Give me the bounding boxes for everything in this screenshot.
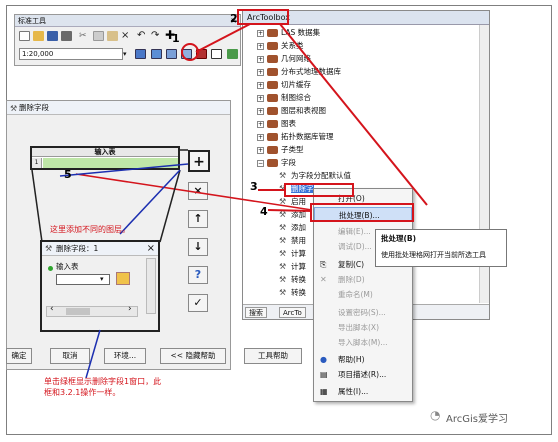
step-number: 5	[64, 168, 72, 181]
wechat-logo-icon: ◔	[430, 408, 441, 422]
step-number: 4	[260, 205, 268, 218]
step-number: 1	[172, 32, 180, 45]
watermark: ArcGis爱学习	[446, 414, 508, 425]
bottom-note: 单击绿框显示删除字段1窗口，此框和3.2.1操作一样。	[44, 377, 162, 397]
step-number: 3	[250, 180, 258, 193]
step-number: 2	[230, 12, 238, 25]
add-layers-note: 这里添加不同的图层。	[50, 225, 130, 234]
